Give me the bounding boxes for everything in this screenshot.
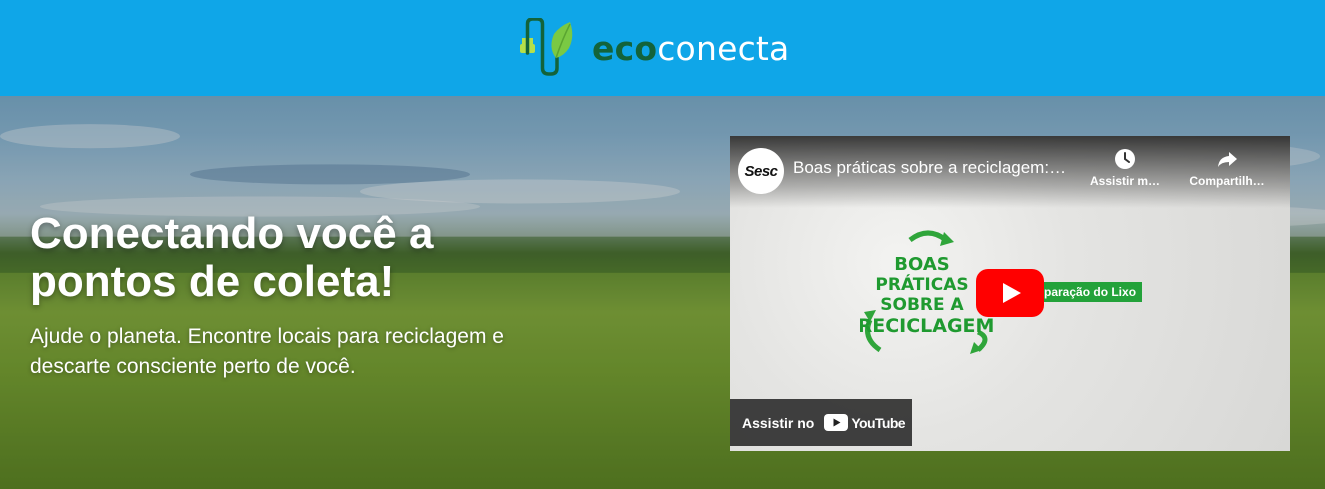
logo-eco-text: eco <box>592 28 658 68</box>
hero-section: Conectando você a pontos de coleta! Ajud… <box>0 96 1325 489</box>
hero-subtitle: Ajude o planeta. Encontre locais para re… <box>30 325 504 378</box>
video-title[interactable]: Boas práticas sobre a reciclagem:… <box>793 158 1066 178</box>
artwork-line-3: SOBRE A <box>880 295 964 315</box>
logo-wordmark: ecoconecta <box>592 32 789 65</box>
play-button-icon[interactable] <box>976 269 1044 317</box>
share-arrow-icon <box>1218 152 1237 167</box>
logo-conecta-text: conecta <box>657 28 790 68</box>
share-button[interactable]: Compartilh… <box>1182 148 1272 188</box>
site-logo[interactable]: ecoconecta <box>518 18 789 78</box>
watch-later-button[interactable]: Assistir m… <box>1080 148 1170 188</box>
watch-on-youtube-button[interactable]: Assistir no YouTube <box>730 399 912 446</box>
artwork-line-1: BOAS <box>894 254 949 275</box>
artwork-line-4: RECICLAGEM <box>860 315 994 337</box>
site-header: ecoconecta <box>0 0 1325 96</box>
channel-avatar[interactable]: Sesc <box>738 148 784 194</box>
share-label: Compartilh… <box>1189 174 1265 188</box>
youtube-logo: YouTube <box>824 414 906 431</box>
plug-leaf-icon <box>520 18 573 76</box>
youtube-video-embed[interactable]: BOAS PRÁTICAS SOBRE A RECICLAGEM paração… <box>730 136 1290 451</box>
watch-later-label: Assistir m… <box>1089 174 1161 188</box>
artwork-line-2: PRÁTICAS <box>875 273 968 295</box>
clock-icon <box>1115 149 1135 169</box>
video-topic-label: paração do Lixo <box>1036 282 1143 302</box>
youtube-wordmark: YouTube <box>851 414 905 431</box>
watch-on-label: Assistir no <box>742 414 815 431</box>
hero-title: Conectando você a pontos de coleta! <box>30 209 434 306</box>
youtube-play-icon <box>824 414 849 431</box>
